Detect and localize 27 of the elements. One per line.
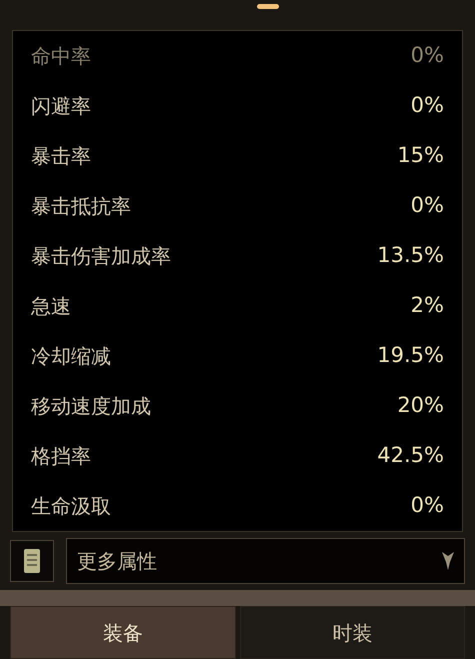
more-attributes-dropdown[interactable]: 更多属性: [66, 538, 465, 584]
stat-label: 暴击抵抗率: [31, 193, 131, 220]
stat-value: 0%: [410, 192, 444, 220]
caret-icon: [442, 552, 454, 570]
stat-value: 42.5%: [377, 442, 444, 470]
stat-label: 生命汲取: [31, 493, 111, 520]
scroll-button[interactable]: [10, 540, 54, 582]
scroll-icon: [22, 547, 42, 575]
tab[interactable]: 装备: [10, 606, 236, 659]
stat-label: 移动速度加成: [31, 393, 151, 420]
stat-value: 0%: [410, 92, 444, 120]
lamp-glow-icon: [256, 4, 278, 9]
stat-label: 冷却缩减: [31, 343, 111, 370]
stat-label: 急速: [31, 293, 71, 320]
stat-label: 暴击伤害加成率: [31, 243, 171, 270]
stat-label: 命中率: [31, 43, 91, 70]
tab[interactable]: 时装: [240, 606, 465, 659]
stat-value: 2%: [410, 292, 444, 320]
stat-label: 闪避率: [31, 93, 91, 120]
stat-value: 0%: [410, 492, 444, 520]
stat-value: 15%: [397, 142, 444, 170]
stat-value: 0%: [410, 42, 444, 70]
stat-value: 13.5%: [377, 242, 444, 270]
stat-label: 格挡率: [31, 443, 91, 470]
stat-label: 暴击率: [31, 143, 91, 170]
stat-value: 19.5%: [377, 342, 444, 370]
stat-value: 20%: [397, 392, 444, 420]
